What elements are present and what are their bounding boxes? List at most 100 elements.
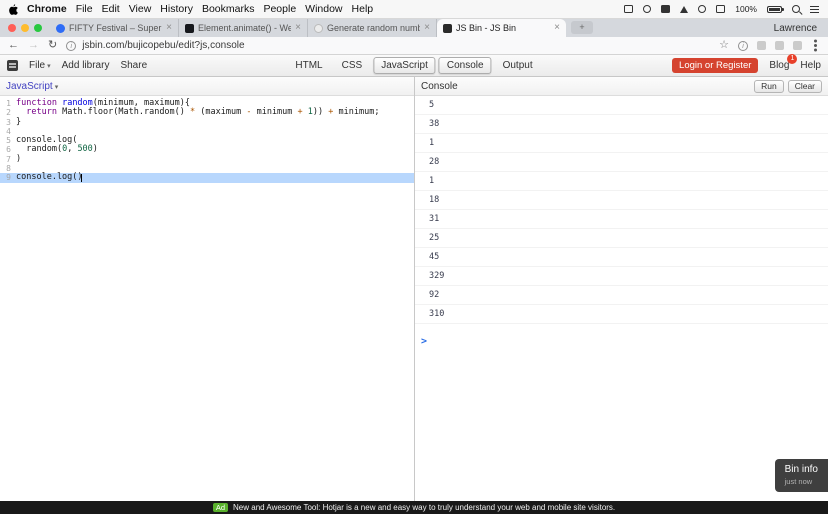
tab-close-icon[interactable]: ×	[295, 23, 301, 33]
close-window-button[interactable]	[8, 24, 16, 32]
menubar-status-icon[interactable]	[624, 5, 633, 13]
line-number: 4	[0, 127, 16, 136]
code-line[interactable]: 2 return Math.floor(Math.random() * (max…	[0, 108, 414, 117]
spotlight-search-icon[interactable]	[792, 5, 800, 13]
code-line[interactable]: 3}	[0, 118, 414, 127]
ad-text: New and Awesome Tool: Hotjar is a new an…	[233, 503, 615, 512]
info-icon[interactable]: i	[738, 41, 748, 51]
console-panel: Console Run Clear 5381281183125453299231…	[415, 77, 828, 501]
tab-favicon-icon	[443, 24, 452, 33]
console-log-entry: 45	[415, 248, 828, 267]
run-button[interactable]: Run	[754, 80, 784, 93]
chevron-right-icon: >	[421, 336, 427, 347]
forward-icon[interactable]: →	[28, 40, 39, 51]
menubar-item-chrome[interactable]: Chrome	[27, 3, 67, 15]
battery-percentage: 100%	[735, 4, 757, 14]
menubar-item-window[interactable]: Window	[305, 3, 342, 15]
menubar-item-view[interactable]: View	[129, 3, 152, 15]
panel-tabs: HTMLCSSJavaScriptConsoleOutput	[287, 55, 540, 76]
browser-tab[interactable]: JS Bin - JS Bin×	[437, 19, 566, 37]
menubar-status-icon[interactable]	[716, 5, 725, 13]
bookmark-star-icon[interactable]: ☆	[719, 40, 729, 51]
chrome-menu-icon[interactable]	[814, 44, 817, 47]
browser-tab[interactable]: Element.animate() - Web APIs ×	[179, 19, 308, 37]
menubar-status-area: 100%	[624, 4, 819, 14]
tab-close-icon[interactable]: ×	[424, 23, 430, 33]
tab-title: Generate random number bet...	[327, 23, 420, 33]
battery-icon[interactable]	[767, 6, 782, 13]
screen: Chrome File Edit View History Bookmarks People…	[0, 0, 828, 518]
omnibox[interactable]: i jsbin.com/bujicopebu/edit?js,console	[66, 40, 710, 51]
bin-info-popup[interactable]: Bin info just now	[775, 459, 828, 492]
back-icon[interactable]: ←	[8, 40, 19, 51]
panels: JavaScript▾ 1function random(minimum, ma…	[0, 77, 828, 501]
menubar-item-history[interactable]: History	[160, 3, 193, 15]
console-panel-header: Console Run Clear	[415, 77, 828, 96]
console-log-entry: 18	[415, 191, 828, 210]
login-register-button[interactable]: Login or Register	[672, 58, 758, 73]
console-log-entry: 28	[415, 153, 828, 172]
page-info-icon[interactable]: i	[66, 41, 76, 51]
code-editor[interactable]: 1function random(minimum, maximum){2 ret…	[0, 96, 414, 183]
code-line[interactable]: 6 random(0, 500)	[0, 145, 414, 154]
console-log-entry: 5	[415, 96, 828, 115]
panel-tab-output[interactable]: Output	[495, 57, 541, 74]
extension-icon[interactable]	[775, 41, 784, 50]
menubar-status-icon[interactable]	[661, 5, 670, 13]
menubar-item-edit[interactable]: Edit	[102, 3, 120, 15]
javascript-panel-menu[interactable]: JavaScript▾	[6, 81, 58, 92]
add-library-button[interactable]: Add library	[62, 60, 110, 71]
console-log-entry: 38	[415, 115, 828, 134]
new-tab-button[interactable]: +	[571, 21, 593, 34]
clear-button[interactable]: Clear	[788, 80, 822, 93]
chrome-tab-strip: FIFTY Festival – SuperHi×Element.animate…	[0, 19, 828, 37]
bin-info-timestamp: just now	[785, 477, 818, 486]
file-menu[interactable]: File▾	[29, 60, 51, 71]
console-input-row[interactable]: >	[415, 324, 828, 353]
browser-tab[interactable]: FIFTY Festival – SuperHi×	[50, 19, 179, 37]
share-button[interactable]: Share	[120, 60, 147, 71]
menubar-status-icon[interactable]	[643, 5, 651, 13]
menubar-item-file[interactable]: File	[76, 3, 93, 15]
help-link[interactable]: Help	[800, 60, 821, 71]
blog-link[interactable]: Blog1	[769, 60, 789, 71]
console-log-entry: 329	[415, 267, 828, 286]
zoom-window-button[interactable]	[34, 24, 42, 32]
browser-tab[interactable]: Generate random number bet... ×	[308, 19, 437, 37]
panel-tab-html[interactable]: HTML	[287, 57, 330, 74]
apple-menu-icon[interactable]	[9, 4, 18, 15]
line-number: 1	[0, 99, 16, 108]
chevron-down-icon: ▾	[47, 63, 51, 70]
panel-tab-css[interactable]: CSS	[334, 57, 371, 74]
reload-icon[interactable]: ↻	[48, 40, 57, 51]
extension-icon[interactable]	[793, 41, 802, 50]
minimize-window-button[interactable]	[21, 24, 29, 32]
tab-close-icon[interactable]: ×	[554, 23, 560, 33]
panel-tab-console[interactable]: Console	[439, 57, 492, 74]
profile-name[interactable]: Lawrence	[763, 23, 828, 34]
panel-tab-javascript[interactable]: JavaScript	[373, 57, 436, 74]
code-line[interactable]: 7)	[0, 155, 414, 164]
url-text[interactable]: jsbin.com/bujicopebu/edit?js,console	[82, 40, 244, 51]
menubar-item-bookmarks[interactable]: Bookmarks	[202, 3, 255, 15]
line-number: 6	[0, 145, 16, 154]
line-number: 2	[0, 108, 16, 117]
notification-center-icon[interactable]	[810, 6, 819, 13]
jsbin-toolbar: File▾ Add library Share HTMLCSSJavaScrip…	[0, 55, 828, 77]
tab-title: Element.animate() - Web APIs	[198, 23, 291, 33]
menubar-item-help[interactable]: Help	[352, 3, 374, 15]
line-number: 3	[0, 118, 16, 127]
address-bar-actions: ☆ i	[719, 40, 820, 51]
ad-banner[interactable]: Ad New and Awesome Tool: Hotjar is a new…	[0, 501, 828, 514]
code-text: return Math.floor(Math.random() * (maxim…	[16, 108, 379, 117]
tab-close-icon[interactable]: ×	[166, 23, 172, 33]
menubar-status-icon[interactable]	[680, 6, 688, 13]
menubar-status-icon[interactable]	[698, 5, 706, 13]
menubar-item-people[interactable]: People	[263, 3, 296, 15]
bin-info-title: Bin info	[785, 464, 818, 475]
extension-icon[interactable]	[757, 41, 766, 50]
blog-label: Blog	[769, 60, 789, 71]
code-line[interactable]: 9console.log()	[0, 173, 414, 182]
jsbin-logo-icon	[7, 60, 18, 71]
console-log-entry: 310	[415, 305, 828, 324]
